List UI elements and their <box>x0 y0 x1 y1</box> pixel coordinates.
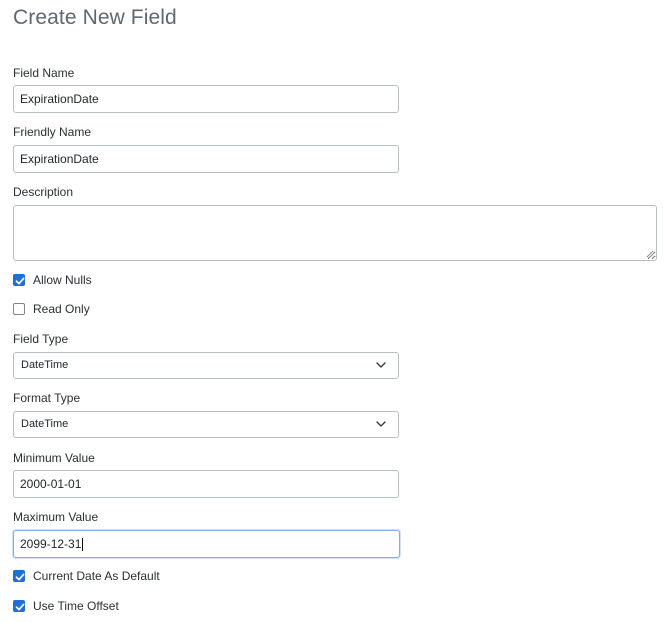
description-textarea[interactable] <box>13 205 657 261</box>
use-time-offset-checkbox[interactable] <box>13 600 25 612</box>
allow-nulls-label: Allow Nulls <box>33 273 92 287</box>
field-name-input[interactable]: ExpirationDate <box>13 85 399 113</box>
read-only-checkbox[interactable] <box>13 303 25 315</box>
friendly-name-label: Friendly Name <box>13 125 92 139</box>
minimum-value-input[interactable]: 2000-01-01 <box>13 470 399 498</box>
maximum-value-text: 2099-12-31 <box>20 537 82 551</box>
checkmark-icon <box>15 277 25 285</box>
current-date-default-row[interactable]: Current Date As Default <box>13 569 160 583</box>
field-name-label: Field Name <box>13 66 75 80</box>
format-type-select[interactable]: DateTime <box>13 411 399 438</box>
maximum-value-input[interactable]: 2099-12-31 <box>13 530 400 558</box>
friendly-name-input[interactable]: ExpirationDate <box>13 145 399 173</box>
current-date-default-checkbox[interactable] <box>13 570 25 582</box>
minimum-value-label: Minimum Value <box>13 451 95 465</box>
read-only-label: Read Only <box>33 302 90 316</box>
current-date-default-label: Current Date As Default <box>33 569 160 583</box>
use-time-offset-label: Use Time Offset <box>33 599 119 613</box>
description-wrapper <box>13 205 657 261</box>
maximum-value-label: Maximum Value <box>13 510 99 524</box>
format-type-label: Format Type <box>13 391 81 405</box>
text-cursor <box>82 538 84 552</box>
checkmark-icon <box>15 603 25 611</box>
page-title: Create New Field <box>13 6 177 29</box>
chevron-down-icon <box>376 362 386 368</box>
allow-nulls-checkbox[interactable] <box>13 274 25 286</box>
use-time-offset-row[interactable]: Use Time Offset <box>13 599 119 613</box>
description-label: Description <box>13 185 74 199</box>
field-type-select[interactable]: DateTime <box>13 352 399 379</box>
field-type-selected-value: DateTime <box>21 359 69 371</box>
field-type-label: Field Type <box>13 332 69 346</box>
checkmark-icon <box>15 573 25 581</box>
chevron-down-icon <box>376 421 386 427</box>
read-only-row[interactable]: Read Only <box>13 302 90 316</box>
format-type-selected-value: DateTime <box>21 418 69 430</box>
allow-nulls-row[interactable]: Allow Nulls <box>13 273 92 287</box>
